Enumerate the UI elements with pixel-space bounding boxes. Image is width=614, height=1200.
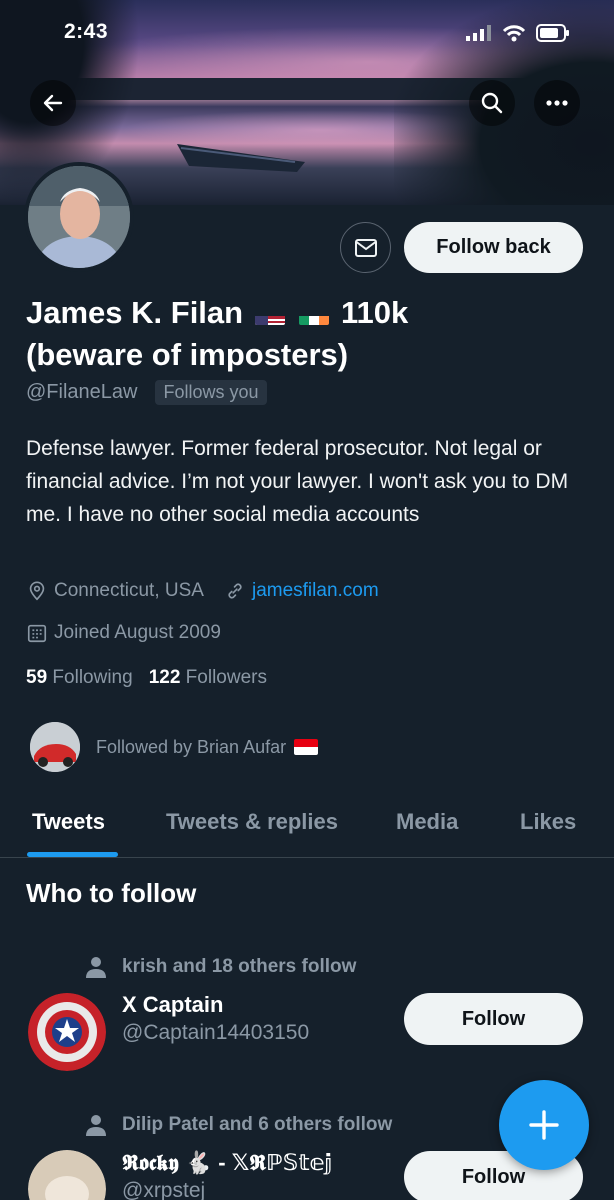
tab-tweets[interactable]: Tweets: [32, 809, 105, 835]
rabbit-photo: [28, 1150, 106, 1200]
suggestion-handle: @Captain14403150: [122, 1021, 310, 1044]
avatar-photo: [28, 166, 130, 268]
profile-avatar[interactable]: [24, 162, 134, 272]
tab-likes[interactable]: Likes: [520, 809, 576, 835]
followers-count-link[interactable]: 122 Followers: [149, 667, 267, 689]
followed-by-avatar: [30, 722, 80, 772]
message-button[interactable]: [340, 222, 391, 273]
profile-meta-location-website: Connecticut, USA jamesfilan.com: [26, 580, 379, 602]
name-text: James K. Filan: [26, 295, 244, 330]
arrow-left-icon: [43, 94, 63, 112]
person-icon: [86, 957, 106, 978]
indonesia-flag-icon: [294, 739, 319, 755]
suggestion-context: krish and 18 others follow: [84, 955, 356, 979]
link-icon: [228, 583, 242, 599]
handle-row: @FilaneLaw Follows you: [26, 380, 267, 405]
search-button[interactable]: [469, 80, 515, 126]
suggestion-avatar[interactable]: [28, 1150, 106, 1200]
search-icon: [481, 92, 503, 114]
who-to-follow-title: Who to follow: [26, 878, 197, 908]
calendar-icon: [27, 624, 47, 643]
location-icon: [29, 581, 45, 601]
wifi-icon: [502, 25, 526, 42]
active-tab-indicator: [27, 852, 118, 857]
name-line2: (beware of imposters): [26, 337, 349, 372]
us-flag-icon: [254, 305, 285, 325]
status-icons: [466, 24, 570, 42]
back-button[interactable]: [30, 80, 76, 126]
followed-by-text: Followed by Brian Aufar: [96, 736, 287, 757]
person-icon: [86, 1115, 106, 1136]
profile-joined: Joined August 2009: [54, 622, 221, 643]
suggestion-avatar[interactable]: [28, 993, 106, 1071]
plus-icon: [529, 1110, 559, 1140]
profile-website-link[interactable]: jamesfilan.com: [252, 580, 379, 602]
profile-location: Connecticut, USA: [54, 580, 204, 601]
boat-image: [177, 144, 305, 172]
suggestion-handle: @xrpstej: [122, 1179, 206, 1200]
battery-icon: [536, 24, 569, 42]
followed-by-row[interactable]: Followed by Brian Aufar: [30, 722, 321, 772]
follow-counts: 59 Following 122 Followers: [26, 667, 267, 689]
tab-tweets-replies[interactable]: Tweets & replies: [166, 809, 338, 835]
follow-button[interactable]: Follow: [404, 993, 583, 1045]
suggestion-name[interactable]: 𝕽𝖔𝖈𝖐𝖞 🐇 - 𝕏𝕽ℙ𝕊𝕥𝕖𝕛: [122, 1150, 332, 1176]
following-count-link[interactable]: 59 Following: [26, 667, 133, 689]
ireland-flag-icon: [299, 305, 330, 325]
tab-media[interactable]: Media: [396, 809, 458, 835]
profile-handle: @FilaneLaw: [26, 381, 138, 403]
more-icon: [546, 100, 568, 106]
profile-meta-joined: Joined August 2009: [26, 622, 221, 644]
profile-tabs: Tweets Tweets & replies Media Likes: [0, 790, 614, 858]
suggestion-name[interactable]: X Captain: [122, 992, 223, 1018]
suggestion-context: Dilip Patel and 6 others follow: [84, 1113, 392, 1137]
captain-shield-image: [28, 993, 106, 1071]
more-button[interactable]: [534, 80, 580, 126]
profile-bio: Defense lawyer. Former federal prosecuto…: [26, 437, 569, 526]
name-followers-tag: 110k: [340, 295, 409, 330]
follow-back-button[interactable]: Follow back: [404, 222, 583, 273]
compose-tweet-button[interactable]: [499, 1080, 589, 1170]
mail-icon: [354, 238, 377, 257]
follows-you-badge: Follows you: [155, 380, 267, 405]
signal-icon: [466, 25, 491, 41]
status-time: 2:43: [64, 20, 109, 43]
profile-name: James K. Filan 110k (beware of imposters…: [26, 292, 596, 376]
